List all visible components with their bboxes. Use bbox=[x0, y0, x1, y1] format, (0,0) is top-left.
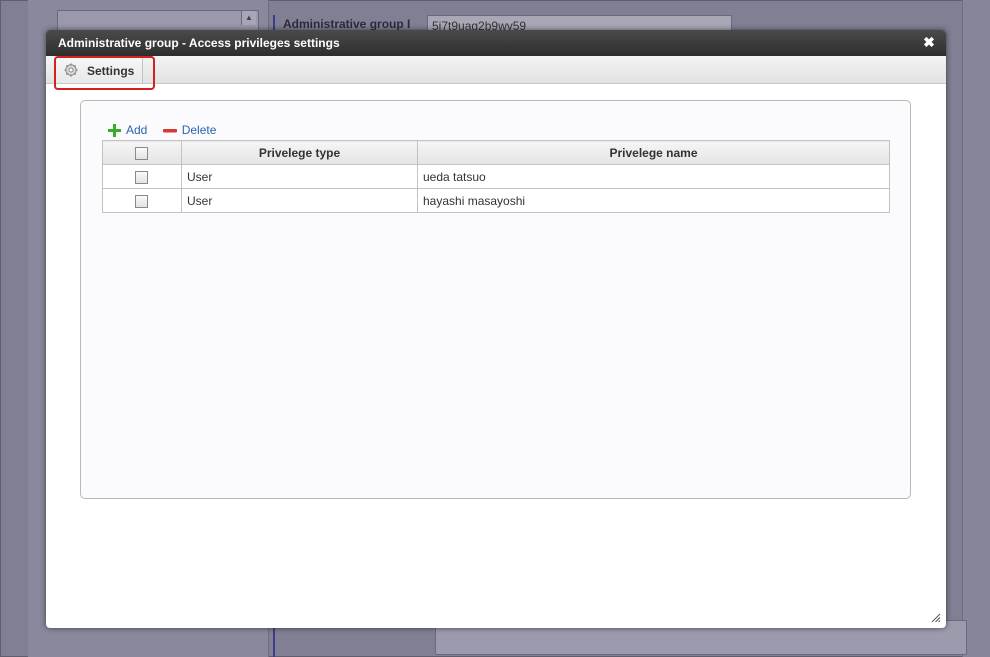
row-checkbox[interactable] bbox=[135, 170, 148, 184]
access-privileges-dialog: Administrative group - Access privileges… bbox=[46, 30, 946, 628]
add-icon bbox=[108, 123, 121, 137]
privileges-table: Privelege type Privelege name User ueda … bbox=[102, 140, 890, 213]
gear-icon bbox=[64, 63, 78, 77]
delete-button-label: Delete bbox=[181, 123, 217, 137]
privilege-name-cell: ueda tatsuo bbox=[417, 164, 890, 189]
settings-panel: Add Delete Privelege type Privelege name bbox=[80, 100, 911, 499]
row-checkbox[interactable] bbox=[135, 194, 148, 208]
dialog-title: Administrative group - Access privileges… bbox=[58, 36, 340, 50]
table-row[interactable]: User hayashi masayoshi bbox=[102, 188, 890, 213]
privilege-name-cell: hayashi masayoshi bbox=[417, 188, 890, 213]
privilege-type-cell: User bbox=[181, 188, 418, 213]
tab-settings-label: Settings bbox=[87, 64, 135, 78]
background-field-label: Administrative group I bbox=[283, 17, 411, 31]
column-header-type[interactable]: Privelege type bbox=[181, 140, 418, 165]
row-checkbox-cell bbox=[102, 164, 182, 189]
select-all-cell bbox=[102, 140, 182, 165]
row-checkbox-cell bbox=[102, 188, 182, 213]
minus-icon bbox=[162, 128, 177, 132]
grid-toolbar: Add Delete bbox=[108, 123, 228, 139]
tab-settings[interactable]: Settings bbox=[54, 57, 143, 83]
dialog-titlebar[interactable]: Administrative group - Access privileges… bbox=[46, 30, 946, 56]
tab-bar: Settings bbox=[46, 56, 946, 84]
table-header-row: Privelege type Privelege name bbox=[102, 140, 890, 165]
delete-button[interactable]: Delete bbox=[162, 123, 217, 137]
add-button[interactable]: Add bbox=[108, 123, 147, 137]
close-icon[interactable]: ✖ bbox=[922, 35, 936, 49]
background-right-pane bbox=[962, 0, 990, 657]
scroll-up-icon: ▲ bbox=[241, 11, 256, 25]
resize-grip-icon[interactable] bbox=[931, 613, 941, 623]
column-header-name[interactable]: Privelege name bbox=[417, 140, 890, 165]
select-all-checkbox[interactable] bbox=[135, 146, 148, 160]
privilege-type-cell: User bbox=[181, 164, 418, 189]
table-row[interactable]: User ueda tatsuo bbox=[102, 164, 890, 189]
add-button-label: Add bbox=[126, 123, 148, 137]
